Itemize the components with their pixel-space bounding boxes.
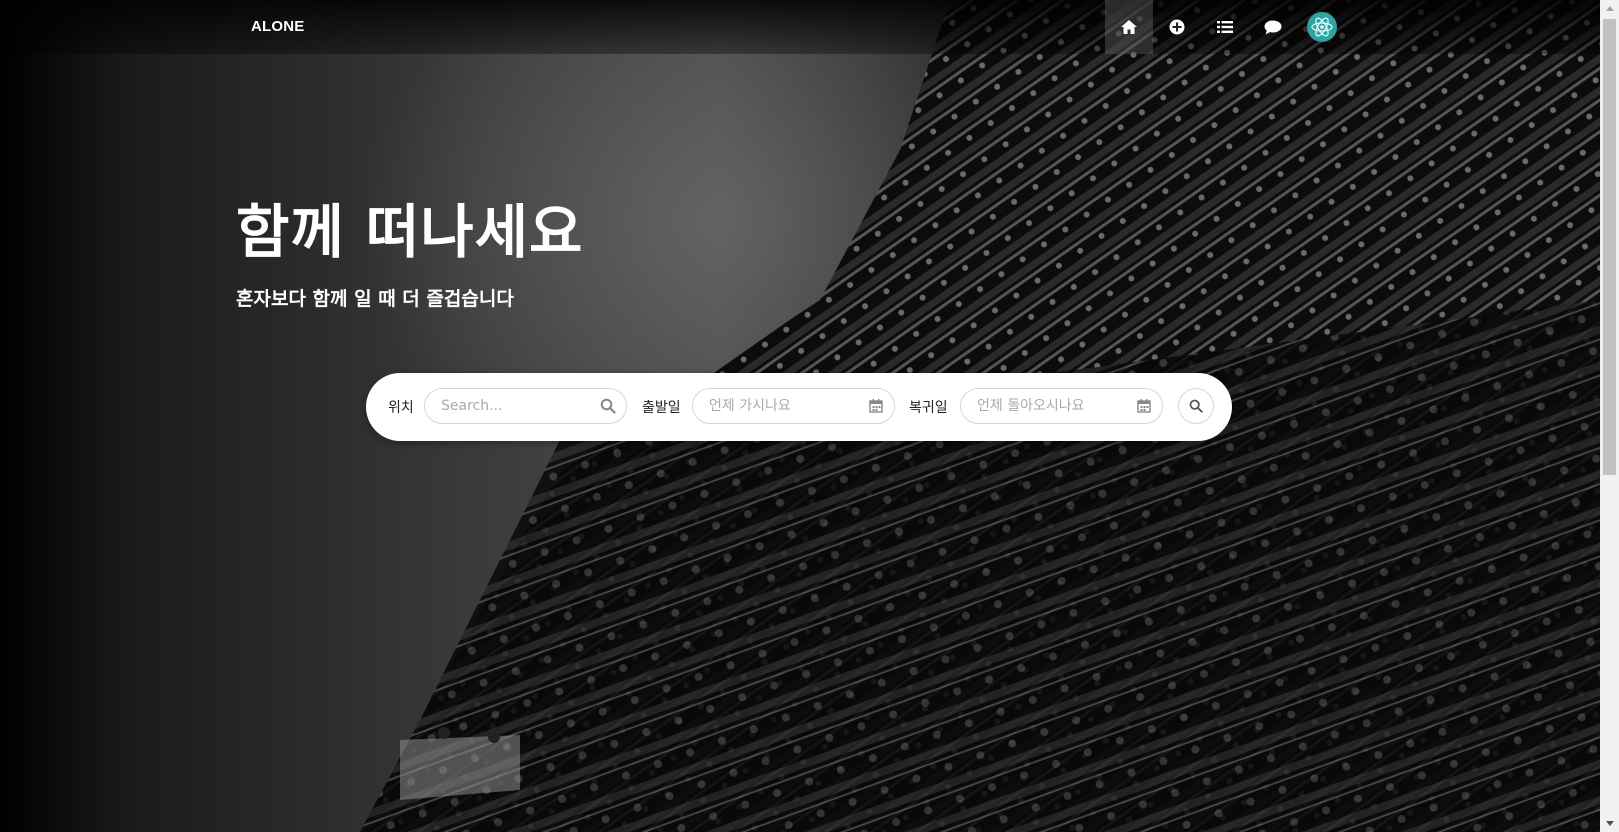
location-input[interactable] (439, 397, 603, 415)
calendar-icon (1137, 399, 1151, 413)
search-submit-button[interactable] (1178, 388, 1214, 424)
brand-logo[interactable]: ALONE (251, 18, 305, 35)
home-icon (1121, 20, 1137, 34)
hero-subtitle: 혼자보다 함께 일 때 더 즐겁습니다 (236, 288, 514, 310)
chat-button[interactable] (1249, 0, 1297, 54)
depart-date-input[interactable] (707, 397, 871, 415)
depart-date-field[interactable] (692, 388, 895, 424)
avatar-icon (1311, 17, 1333, 37)
list-icon (1217, 21, 1233, 33)
list-button[interactable] (1201, 0, 1249, 54)
avatar[interactable] (1307, 12, 1337, 42)
location-label: 위치 (388, 400, 414, 416)
calendar-icon (869, 399, 883, 413)
scroll-up-button[interactable] (1600, 0, 1619, 17)
search-icon (1189, 399, 1203, 413)
scroll-thumb[interactable] (1603, 19, 1616, 475)
return-date-field[interactable] (960, 388, 1163, 424)
triangle-up-icon (1605, 6, 1614, 11)
nav-icon-group (1105, 0, 1337, 54)
plus-circle-icon (1169, 19, 1185, 35)
top-navbar: ALONE (0, 0, 1600, 54)
search-bar: 위치 출발일 복귀일 (366, 373, 1232, 441)
location-field[interactable] (424, 388, 627, 424)
scroll-down-button[interactable] (1600, 815, 1619, 832)
hero-title: 함께 떠나세요 (236, 198, 584, 266)
home-button[interactable] (1105, 0, 1153, 54)
search-icon (600, 398, 616, 414)
depart-label: 출발일 (642, 400, 681, 416)
vertical-scrollbar[interactable] (1600, 0, 1619, 832)
return-label: 복귀일 (909, 400, 948, 416)
chat-icon (1264, 20, 1282, 34)
page: ALONE 함께 떠나세요 혼자보다 함께 일 때 더 즐겁습니다 위치 Sea… (0, 0, 1619, 832)
return-date-input[interactable] (975, 397, 1139, 415)
add-button[interactable] (1153, 0, 1201, 54)
triangle-down-icon (1605, 821, 1614, 826)
